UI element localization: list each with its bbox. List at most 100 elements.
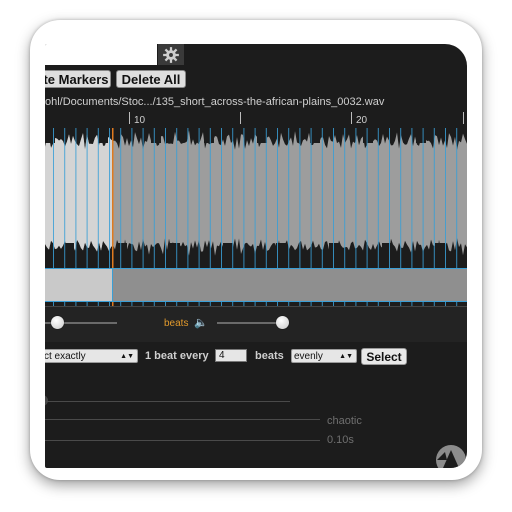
waveform-detail [382, 243, 384, 256]
beats-unit-label: beats [255, 350, 284, 362]
select-arrows-icon: ▲▼ [339, 353, 353, 360]
overview-marker [112, 269, 113, 301]
waveform-detail [106, 129, 108, 143]
beats-volume-slider-handle[interactable] [276, 316, 289, 329]
ruler-tick [351, 112, 352, 124]
waveform-detail [369, 129, 371, 143]
waveform-detail [49, 129, 51, 143]
waveform-detail [157, 129, 159, 143]
waveform-detail [174, 243, 176, 256]
one-beat-every-label: 1 beat every [145, 350, 209, 362]
waveform-detail [257, 129, 259, 143]
mode-select-value: ct exactly [45, 351, 86, 362]
waveform-detail [384, 243, 386, 256]
waveform-detail [121, 243, 123, 256]
settings-button[interactable] [158, 44, 184, 65]
waveform-detail [259, 129, 261, 143]
waveform-detail [280, 243, 282, 256]
waveform-detail [316, 129, 318, 143]
waveform-detail [155, 129, 157, 143]
waveform-detail [437, 243, 439, 256]
waveform-detail [227, 243, 229, 256]
overview-border-top [45, 268, 467, 269]
delete-markers-button[interactable]: te Markers [45, 70, 111, 88]
ruler-tick [129, 112, 130, 124]
waveform-detail [312, 129, 314, 143]
waveform-detail [371, 129, 373, 143]
waveform-detail [261, 129, 263, 143]
waveform-detail [229, 243, 231, 256]
waveform-detail [104, 129, 106, 143]
waveform-detail [151, 129, 153, 143]
waveform-detail [117, 243, 119, 256]
waveform-detail [390, 243, 392, 256]
waveform-detail [204, 129, 206, 143]
waveform-detail [70, 243, 72, 256]
waveform-detail [47, 129, 49, 143]
waveform-detail [223, 243, 225, 256]
beat-count-input[interactable]: 4 [215, 349, 247, 362]
waveform-detail [263, 129, 265, 143]
waveform-detail [125, 243, 127, 256]
speaker-icon[interactable]: 🔈 [194, 316, 208, 329]
waveform-detail [100, 129, 102, 143]
waveform-view[interactable] [45, 128, 467, 306]
waveform-detail [45, 129, 47, 143]
waveform-detail [435, 243, 437, 256]
mode-select[interactable]: ct exactly ▲▼ [45, 349, 138, 363]
waveform-detail [68, 243, 70, 256]
waveform-detail [51, 129, 53, 143]
waveform-detail [314, 129, 316, 143]
time-value: 0.10s [327, 434, 354, 446]
waveform-detail [66, 243, 68, 256]
waveform-detail [170, 243, 172, 256]
waveform-detail [212, 129, 214, 143]
waveform-detail [206, 129, 208, 143]
waveform-detail [424, 129, 426, 143]
waveform-detail [178, 243, 180, 256]
waveform-detail [318, 129, 320, 143]
waveform-detail [335, 243, 337, 256]
waveform-detail [329, 243, 331, 256]
search-field[interactable] [45, 44, 157, 65]
chaos-range-track[interactable] [45, 419, 320, 420]
waveform-detail [72, 243, 74, 256]
ruler-tick [240, 112, 241, 124]
ruler-label-20: 20 [356, 115, 368, 126]
select-arrows-icon: ▲▼ [120, 353, 134, 360]
waveform-detail [208, 129, 210, 143]
waveform-detail [278, 243, 280, 256]
ruler-tick [463, 112, 464, 124]
waveform-detail [386, 243, 388, 256]
waveform-detail [416, 129, 418, 143]
delete-all-button[interactable]: Delete All [116, 70, 186, 88]
chaos-slider-track[interactable] [45, 401, 290, 402]
waveform-detail [337, 243, 339, 256]
waveform-detail [420, 129, 422, 143]
waveform-detail [418, 129, 420, 143]
waveform-detail [225, 243, 227, 256]
waveform-detail [159, 129, 161, 143]
app-logo-icon [436, 445, 466, 468]
volume-slider-handle[interactable] [51, 316, 64, 329]
waveform-detail [443, 243, 445, 256]
waveform-detail [439, 243, 441, 256]
waveform-detail [102, 129, 104, 143]
overview-border-bottom [45, 301, 467, 302]
waveform-detail [172, 243, 174, 256]
chaotic-label: chaotic [327, 415, 362, 427]
waveform-detail [363, 129, 365, 143]
waveform-detail [282, 243, 284, 256]
app-screen: te Markers Delete All ohl/Documents/Stoc… [45, 44, 467, 468]
distribution-select-value: evenly [294, 351, 323, 362]
playback-controls [45, 307, 467, 342]
waveform-detail [284, 243, 286, 256]
select-button[interactable]: Select [361, 348, 407, 365]
waveform-detail [331, 243, 333, 256]
gear-icon [163, 46, 179, 63]
file-path: ohl/Documents/Stoc.../135_short_across-t… [45, 96, 385, 108]
time-slider-track[interactable] [45, 440, 320, 441]
beats-label: beats [164, 318, 189, 329]
waveform-detail [441, 243, 443, 256]
distribution-select[interactable]: evenly ▲▼ [291, 349, 357, 363]
